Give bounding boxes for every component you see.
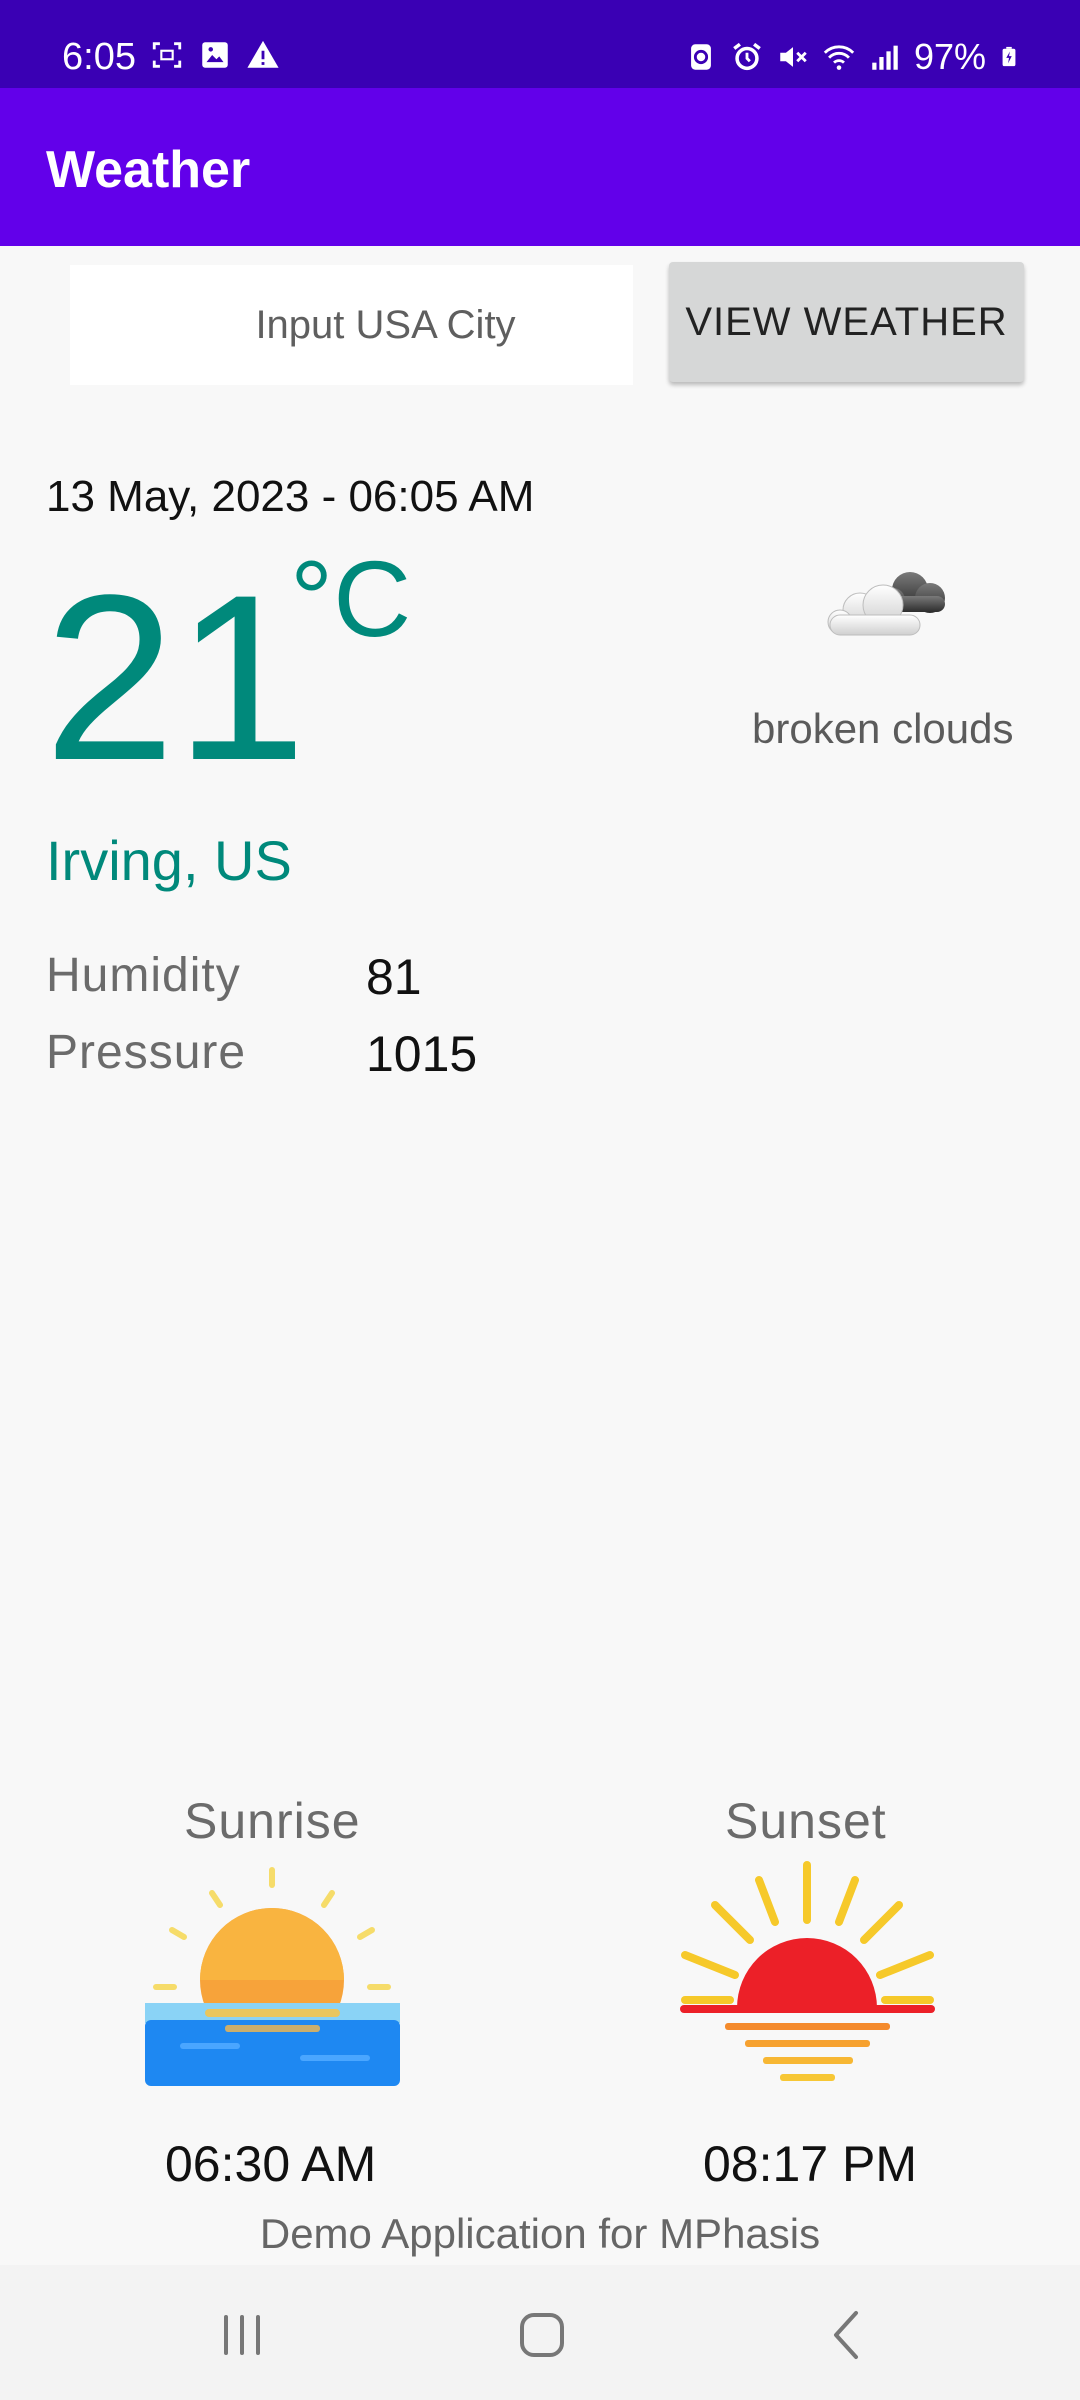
home-icon[interactable]	[512, 2305, 572, 2365]
pressure-value: 1015	[366, 1026, 478, 1082]
recent-apps-icon[interactable]	[212, 2305, 272, 2365]
sunrise-time: 06:30 AM	[165, 2136, 377, 2192]
weather-datetime: 13 May, 2023 - 06:05 AM	[46, 472, 535, 521]
status-right-icons: 97%	[684, 36, 1020, 78]
battery-percent: 97%	[913, 36, 986, 77]
app-title: Weather	[46, 141, 251, 199]
mute-icon	[780, 47, 807, 67]
sunset-label: Sunset	[725, 1793, 887, 1849]
status-time: 6:05	[62, 36, 136, 78]
temperature-value: 21	[44, 546, 307, 810]
data-saver-icon	[691, 44, 711, 70]
sunrise-label: Sunrise	[184, 1793, 361, 1849]
image-icon	[202, 42, 228, 68]
warning-icon	[247, 40, 279, 68]
wifi-icon	[823, 45, 855, 70]
location-label: Irving, US	[46, 829, 292, 892]
screenshot-icon	[152, 42, 182, 68]
sunset-icon	[680, 1861, 935, 2081]
temperature-unit: °C	[290, 538, 412, 659]
footer-text: Demo Application for MPhasis	[259, 2210, 821, 2257]
weather-condition: broken clouds	[752, 705, 1014, 752]
status-bar: 6:05 97%	[0, 0, 1080, 88]
status-left-icons	[150, 38, 280, 72]
sunrise-icon	[145, 1867, 400, 2086]
view-weather-button[interactable]: VIEW WEATHER	[669, 262, 1024, 382]
battery-icon	[1002, 46, 1016, 67]
navigation-bar	[0, 2265, 1080, 2400]
back-icon[interactable]	[818, 2305, 878, 2365]
signal-icon	[872, 45, 898, 70]
app-bar: Weather	[0, 88, 1080, 246]
pressure-label: Pressure	[46, 1026, 247, 1079]
sunset-time: 08:17 PM	[703, 2136, 918, 2192]
humidity-value: 81	[366, 949, 422, 1005]
broken-clouds-icon	[827, 572, 945, 636]
city-input[interactable]	[70, 265, 633, 385]
humidity-label: Humidity	[46, 949, 241, 1002]
alarm-icon	[733, 42, 761, 71]
